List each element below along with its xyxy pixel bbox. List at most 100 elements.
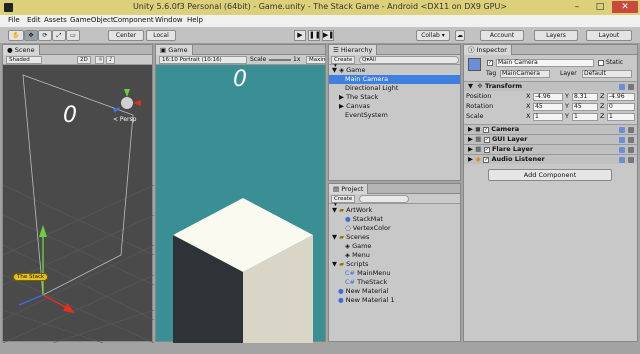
position-x-field[interactable]: -4.96 bbox=[533, 93, 563, 101]
rect-tool-icon[interactable]: ▭ bbox=[66, 30, 80, 41]
settings-gear-icon[interactable] bbox=[628, 127, 634, 133]
menu-file[interactable]: File bbox=[8, 16, 20, 24]
flare-layer-component-header[interactable]: ▶ ▦ ✓ Flare Layer bbox=[464, 144, 637, 154]
scale-tool-icon[interactable]: ⤢ bbox=[52, 30, 66, 41]
scale-slider[interactable] bbox=[269, 59, 291, 61]
maximize-on-play-toggle[interactable]: Maxim bbox=[306, 56, 326, 64]
scale-z-field[interactable]: 1 bbox=[607, 113, 635, 121]
menu-help[interactable]: Help bbox=[187, 16, 203, 24]
project-asset-menu-scene[interactable]: ◈ Menu bbox=[329, 251, 460, 260]
position-z-field[interactable]: -4.96 bbox=[607, 93, 635, 101]
menu-gameobject[interactable]: GameObject bbox=[70, 16, 114, 24]
layers-dropdown[interactable]: Layers bbox=[534, 30, 578, 41]
tab-inspector[interactable]: ⓘ Inspector bbox=[464, 45, 512, 55]
project-create-button[interactable]: Create ▾ bbox=[331, 195, 355, 208]
scene-viewport[interactable] bbox=[3, 65, 154, 343]
rotate-tool-icon[interactable]: ⟳ bbox=[38, 30, 52, 41]
settings-gear-icon[interactable] bbox=[628, 147, 634, 153]
hierarchy-row-main-camera[interactable]: Main Camera bbox=[329, 75, 460, 84]
hierarchy-row-eventsystem[interactable]: EventSystem bbox=[329, 111, 460, 120]
tag-dropdown[interactable]: MainCamera bbox=[500, 70, 550, 78]
project-asset-thestack[interactable]: C# TheStack bbox=[329, 278, 460, 287]
rotation-z-field[interactable]: 0 bbox=[607, 103, 635, 111]
orientation-y-icon[interactable] bbox=[124, 89, 130, 97]
project-asset-new-material[interactable]: ● New Material bbox=[329, 287, 460, 296]
hierarchy-row-label: Canvas bbox=[346, 102, 370, 110]
add-component-button[interactable]: Add Component bbox=[488, 169, 612, 181]
camera-component-header[interactable]: ▶ ◼ ✓ Camera bbox=[464, 124, 637, 134]
project-asset-new-material-1[interactable]: ● New Material 1 bbox=[329, 296, 460, 305]
active-checkbox[interactable]: ✓ bbox=[487, 60, 493, 66]
close-button[interactable]: ✕ bbox=[612, 1, 638, 13]
scale-x-field[interactable]: 1 bbox=[533, 113, 563, 121]
settings-gear-icon[interactable] bbox=[628, 137, 634, 143]
tab-scene[interactable]: ● Scene bbox=[3, 45, 40, 55]
menu-edit[interactable]: Edit bbox=[27, 16, 41, 24]
settings-gear-icon[interactable] bbox=[628, 84, 634, 90]
maximize-button[interactable]: □ bbox=[589, 1, 611, 13]
help-icon[interactable] bbox=[619, 127, 625, 133]
scale-y-field[interactable]: 1 bbox=[572, 113, 598, 121]
audio-listener-component-header[interactable]: ▶ ◉ ✓ Audio Listener bbox=[464, 154, 637, 164]
step-button[interactable]: ▶❚ bbox=[322, 30, 334, 41]
lighting-icon[interactable]: ☼ bbox=[95, 56, 104, 64]
project-folder-scripts[interactable]: ▼ ▰ Scripts bbox=[329, 260, 460, 269]
account-dropdown[interactable]: Account bbox=[480, 30, 524, 41]
layer-dropdown[interactable]: Default bbox=[582, 70, 632, 78]
camera-enabled-checkbox[interactable]: ✓ bbox=[482, 127, 489, 133]
audio-icon[interactable]: ♪ bbox=[106, 56, 115, 64]
minimize-button[interactable]: – bbox=[566, 1, 588, 13]
2d-toggle[interactable]: 2D bbox=[77, 56, 91, 64]
project-folder-artwork[interactable]: ▼ ▰ ArtWork bbox=[329, 206, 460, 215]
project-asset-vertexcolor[interactable]: ◌ VertexColor bbox=[329, 224, 460, 233]
project-folder-scenes[interactable]: ▼ ▰ Scenes bbox=[329, 233, 460, 242]
hierarchy-create-button[interactable]: Create ▾ bbox=[331, 56, 355, 69]
project-search-input[interactable] bbox=[359, 195, 409, 203]
help-icon[interactable] bbox=[619, 157, 625, 163]
collab-dropdown[interactable]: Collab ▾ bbox=[416, 30, 450, 41]
flare-layer-enabled-checkbox[interactable]: ✓ bbox=[483, 147, 490, 153]
shading-dropdown[interactable]: Shaded bbox=[6, 56, 42, 64]
tab-project[interactable]: ▤ Project bbox=[329, 184, 369, 194]
aspect-dropdown[interactable]: 16:10 Portrait (10:16) bbox=[159, 56, 247, 64]
persp-label[interactable]: < Persp bbox=[113, 116, 136, 123]
help-icon[interactable] bbox=[619, 147, 625, 153]
cloud-icon[interactable]: ☁ bbox=[455, 30, 465, 41]
tab-game[interactable]: ▣ Game bbox=[156, 45, 193, 55]
project-asset-mainmenu[interactable]: C# MainMenu bbox=[329, 269, 460, 278]
position-y-field[interactable]: 8.31 bbox=[572, 93, 598, 101]
audio-listener-enabled-checkbox[interactable]: ✓ bbox=[483, 157, 490, 163]
orientation-x-icon[interactable] bbox=[133, 100, 141, 106]
gui-layer-enabled-checkbox[interactable]: ✓ bbox=[483, 137, 490, 143]
help-icon[interactable] bbox=[619, 84, 625, 90]
static-checkbox[interactable] bbox=[598, 60, 604, 66]
menu-assets[interactable]: Assets bbox=[44, 16, 67, 24]
gui-layer-component-header[interactable]: ▶ ▦ ✓ GUI Layer bbox=[464, 134, 637, 144]
hierarchy-row-directional-light[interactable]: Directional Light bbox=[329, 84, 460, 93]
hand-tool-icon[interactable]: ✋ bbox=[8, 30, 24, 41]
axis-z-label: Z bbox=[600, 112, 605, 120]
menu-component[interactable]: Component bbox=[113, 16, 154, 24]
hierarchy-row-game[interactable]: ▼ ◈ Game bbox=[329, 66, 460, 75]
hierarchy-search-input[interactable]: Q▾All bbox=[359, 56, 459, 64]
help-icon[interactable] bbox=[619, 137, 625, 143]
pause-button[interactable]: ❚❚ bbox=[308, 30, 321, 41]
move-tool-icon[interactable]: ✥ bbox=[24, 30, 38, 41]
object-name-field[interactable]: Main Camera bbox=[496, 59, 594, 67]
orientation-gizmo[interactable] bbox=[121, 97, 133, 109]
settings-gear-icon[interactable] bbox=[628, 157, 634, 163]
hierarchy-row-the-stack[interactable]: ▶ The Stack bbox=[329, 93, 460, 102]
project-asset-game-scene[interactable]: ◈ Game bbox=[329, 242, 460, 251]
pivot-local-toggle[interactable]: Local bbox=[146, 30, 176, 41]
project-asset-stackmat[interactable]: ● StackMat bbox=[329, 215, 460, 224]
the-stack-label[interactable]: The Stack bbox=[13, 273, 49, 281]
menu-window[interactable]: Window bbox=[155, 16, 183, 24]
layout-dropdown[interactable]: Layout bbox=[586, 30, 632, 41]
pivot-center-toggle[interactable]: Center bbox=[108, 30, 144, 41]
rotation-y-field[interactable]: 45 bbox=[572, 103, 598, 111]
hierarchy-row-canvas[interactable]: ▶ Canvas bbox=[329, 102, 460, 111]
transform-header[interactable]: ▼ ✥ Transform bbox=[464, 81, 637, 91]
play-button[interactable]: ▶ bbox=[294, 30, 306, 41]
rotation-x-field[interactable]: 45 bbox=[533, 103, 563, 111]
tab-hierarchy[interactable]: ☰ Hierarchy bbox=[329, 45, 378, 55]
